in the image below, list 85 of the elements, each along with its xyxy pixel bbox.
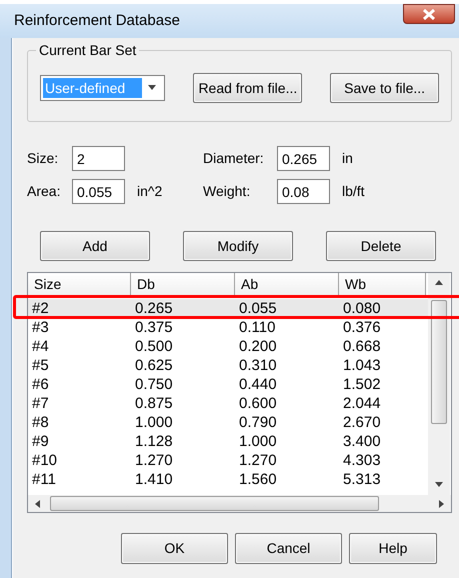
- text-field[interactable]: 0.08: [277, 179, 330, 204]
- table-cell-text: 1.000: [134, 413, 174, 432]
- file-button[interactable]: Read from file...: [193, 73, 302, 103]
- text-field[interactable]: 0.265: [277, 146, 330, 171]
- table-row[interactable]: #3 0.375 0.110 0.376: [28, 318, 428, 337]
- column-header[interactable]: Db: [131, 273, 235, 296]
- table-cell-text: #11: [31, 470, 57, 489]
- table-cell-text: 0.200: [238, 337, 278, 356]
- table-cell-text: 0.790: [238, 413, 278, 432]
- scroll-thumb[interactable]: [50, 496, 379, 511]
- table-cell-text: #4: [31, 337, 50, 356]
- table-cell-text: #8: [31, 413, 50, 432]
- dialog-button[interactable]: Help: [349, 533, 437, 564]
- table-cell-text: 0.875: [134, 394, 174, 413]
- action-button[interactable]: Add: [40, 231, 150, 261]
- table-cell-text: #3: [31, 318, 50, 337]
- table-cell-text: #7: [31, 394, 50, 413]
- table-cell-text: 5.313: [342, 470, 382, 489]
- table-cell-text: 0.310: [238, 356, 278, 375]
- table-row[interactable]: #9 1.128 1.000 3.400: [28, 432, 428, 451]
- table-cell-text: 0.600: [238, 394, 278, 413]
- column-header[interactable]: Ab: [235, 273, 339, 296]
- table-cell-text: 1.270: [238, 451, 278, 470]
- unit-label: lb/ft: [342, 182, 365, 201]
- scroll-down-icon[interactable]: [435, 481, 443, 489]
- table-cell-text: 0.265: [134, 299, 174, 318]
- table-cell-text: 3.400: [342, 432, 382, 451]
- field-label: Diameter:: [203, 149, 265, 168]
- unit-label: in^2: [137, 182, 162, 201]
- table-cell-text: 0.376: [342, 318, 382, 337]
- dropdown-value: User-defined: [43, 78, 142, 98]
- dropdown-arrow-icon[interactable]: [148, 84, 156, 92]
- table-cell-text: 0.500: [134, 337, 174, 356]
- vertical-scrollbar[interactable]: [428, 273, 450, 495]
- table-cell-text: 1.270: [134, 451, 174, 470]
- scroll-left-icon[interactable]: [34, 500, 42, 508]
- table-cell-text: 0.110: [238, 318, 276, 337]
- action-button[interactable]: Modify: [183, 231, 293, 261]
- table-cell-text: 0.625: [134, 356, 174, 375]
- field-label: Size:: [27, 149, 60, 168]
- table-cell-text: 0.668: [342, 337, 382, 356]
- close-button[interactable]: [403, 4, 455, 24]
- table-cell-text: 0.055: [238, 299, 278, 318]
- table-cell-text: 0.750: [134, 375, 174, 394]
- table-cell-text: #6: [31, 375, 50, 394]
- table-row[interactable]: #8 1.000 0.790 2.670: [28, 413, 428, 432]
- field-label: Area:: [27, 182, 62, 201]
- action-button[interactable]: Delete: [326, 231, 436, 261]
- table-cell-text: #2: [31, 299, 50, 318]
- table-cell-text: 4.303: [342, 451, 382, 470]
- scroll-right-icon[interactable]: [437, 500, 445, 508]
- column-header[interactable]: Size: [28, 273, 131, 296]
- table-row[interactable]: #11 1.410 1.560 5.313: [28, 470, 428, 489]
- text-field[interactable]: 0.055: [72, 179, 125, 204]
- dialog-button[interactable]: Cancel: [235, 533, 342, 564]
- table-cell-text: 0.080: [342, 299, 382, 318]
- column-header[interactable]: Wb: [339, 273, 426, 296]
- table-row[interactable]: #7 0.875 0.600 2.044: [28, 394, 428, 413]
- table-cell-text: 1.043: [342, 356, 382, 375]
- scroll-thumb[interactable]: [431, 300, 447, 424]
- table-cell-text: 2.044: [342, 394, 382, 413]
- table-cell-text: 1.502: [342, 375, 382, 394]
- file-button[interactable]: Save to file...: [330, 73, 439, 103]
- table-cell-text: 0.375: [134, 318, 174, 337]
- table-cell-text: 0.440: [238, 375, 278, 394]
- table-row[interactable]: #5 0.625 0.310 1.043: [28, 356, 428, 375]
- field-label: Weight:: [203, 182, 252, 201]
- scroll-up-icon[interactable]: [435, 279, 443, 287]
- table-cell-text: 1.560: [238, 470, 278, 489]
- close-icon: [423, 8, 435, 20]
- table-cell-text: 2.670: [342, 413, 382, 432]
- table-cell-text: 1.000: [238, 432, 278, 451]
- unit-label: in: [342, 149, 353, 168]
- table-row[interactable]: #6 0.750 0.440 1.502: [28, 375, 428, 394]
- table-cell-text: 1.410: [134, 470, 174, 489]
- horizontal-scrollbar[interactable]: [28, 495, 451, 512]
- table-cell-text: 1.128: [134, 432, 174, 451]
- text-field[interactable]: 2: [72, 146, 125, 171]
- table-row[interactable]: #4 0.500 0.200 0.668: [28, 337, 428, 356]
- table-cell-text: #9: [31, 432, 50, 451]
- table-row[interactable]: #10 1.270 1.270 4.303: [28, 451, 428, 470]
- table-cell-text: #5: [31, 356, 50, 375]
- window-title: Reinforcement Database: [14, 11, 180, 31]
- dialog-button[interactable]: OK: [121, 533, 228, 564]
- table-cell-text: #10: [31, 451, 58, 470]
